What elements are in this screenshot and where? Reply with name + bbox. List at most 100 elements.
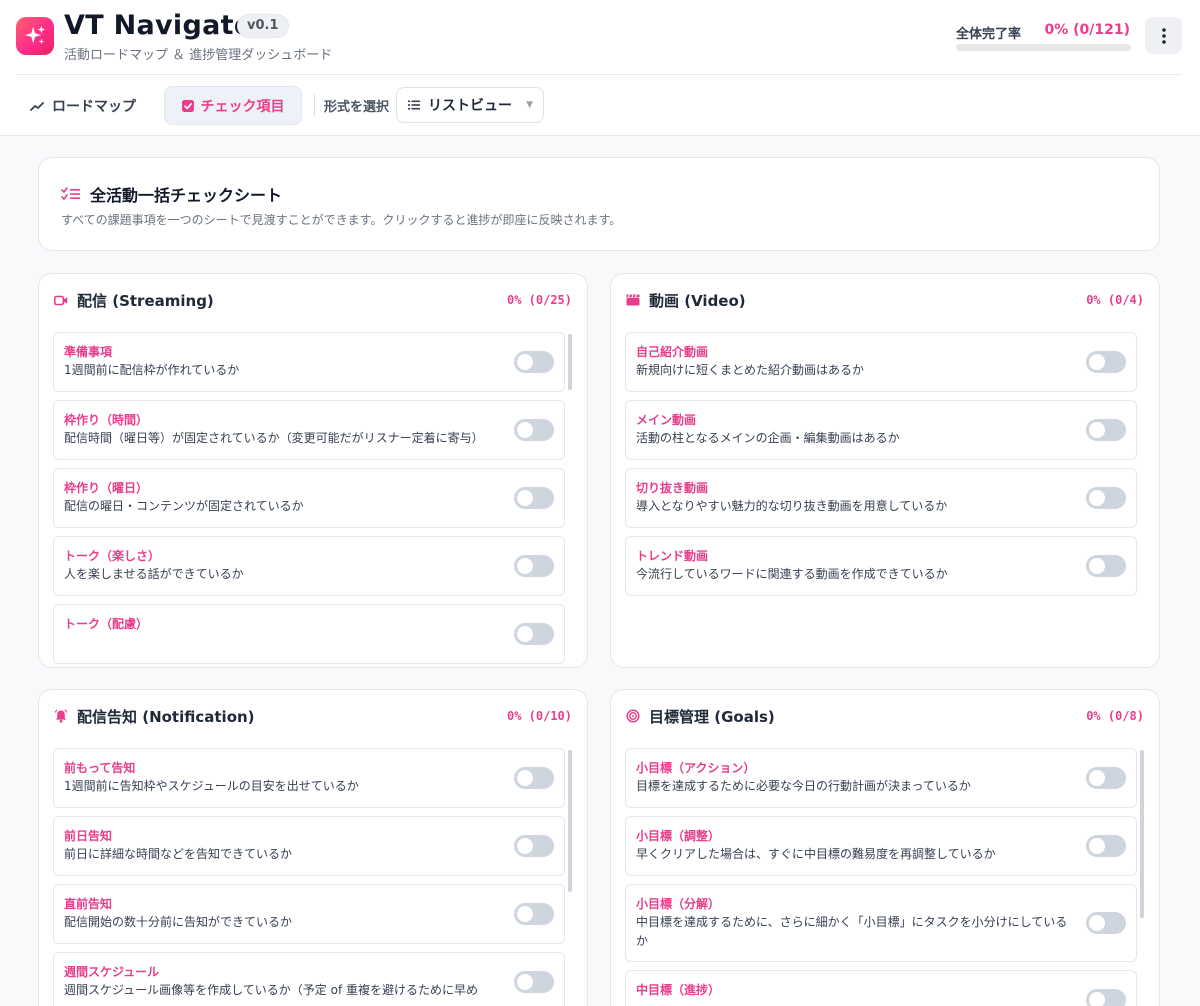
toggle-knob [517, 558, 533, 574]
header-divider [16, 74, 1182, 75]
checklist-item[interactable]: トーク（楽しさ） 人を楽しませる話ができているか [53, 536, 565, 596]
checklist-item[interactable]: トレンド動画 今流行しているワードに関連する動画を作成できているか [625, 536, 1137, 596]
toggle-switch[interactable] [514, 835, 554, 857]
toggle-knob [517, 354, 533, 370]
checklist-item[interactable]: 小目標（調整） 早くクリアした場合は、すぐに中目標の難易度を再調整しているか [625, 816, 1137, 876]
category-card-goals: 目標管理 (Goals) 0% (0/8) 小目標（アクション） 目標を達成する… [610, 689, 1160, 1006]
category-header: 配信告知 (Notification) 0% (0/10) [54, 706, 572, 726]
toggle-switch[interactable] [1086, 912, 1126, 934]
toggle-switch[interactable] [514, 487, 554, 509]
toggle-switch[interactable] [514, 903, 554, 925]
clapperboard-icon [626, 294, 640, 306]
item-description: 早くクリアした場合は、すぐに中目標の難易度を再調整しているか [636, 847, 996, 861]
toggle-knob [1089, 838, 1105, 854]
checklist-item[interactable]: 小目標（アクション） 目標を達成するために必要な今日の行動計画が決まっているか [625, 748, 1137, 808]
item-title: 週間スケジュール [64, 965, 160, 979]
category-progress: 0% (0/4) [1086, 293, 1144, 307]
tab-check-items[interactable]: チェック項目 [164, 86, 302, 125]
more-menu-button[interactable] [1145, 17, 1182, 54]
item-description: 目標を達成するために必要な今日の行動計画が決まっているか [636, 779, 971, 793]
category-header: 動画 (Video) 0% (0/4) [626, 290, 1144, 310]
checklist: 自己紹介動画 新規向けに短くまとめた紹介動画はあるか メイン動画 活動の柱となる… [625, 332, 1137, 604]
progress-value: 0% (0/121) [1044, 22, 1130, 38]
format-select[interactable]: リストビュー ▼ [396, 87, 544, 123]
item-title: 小目標（調整） [636, 829, 721, 843]
tab-roadmap-label: ロードマップ [52, 99, 136, 115]
item-title: 直前告知 [64, 897, 113, 911]
checklist-item[interactable]: 枠作り（曜日） 配信の曜日・コンテンツが固定されているか [53, 468, 565, 528]
intro-card: 全活動一括チェックシート すべての課題事項を一つのシートで見渡すことができます。… [38, 157, 1160, 251]
trend-line-icon [30, 102, 44, 111]
checklist-item[interactable]: トーク（配慮） [53, 604, 565, 664]
item-description: 配信時間（曜日等）が固定されているか（変更可能だがリスナー定着に寄与） [64, 431, 484, 445]
toggle-switch[interactable] [514, 419, 554, 441]
toggle-switch[interactable] [514, 351, 554, 373]
toggle-knob [1089, 490, 1105, 506]
intro-heading: 全活動一括チェックシート [61, 182, 282, 206]
format-label: 形式を選択 [324, 100, 390, 115]
toggle-switch[interactable] [1086, 555, 1126, 577]
scrollbar-thumb[interactable] [568, 750, 572, 892]
toggle-knob [517, 838, 533, 854]
item-description: 今流行しているワードに関連する動画を作成できているか [636, 567, 948, 581]
checklist-item[interactable]: 切り抜き動画 導入となりやすい魅力的な切り抜き動画を用意しているか [625, 468, 1137, 528]
item-description: 配信開始の数十分前に告知ができているか [64, 915, 293, 929]
checklist-item[interactable]: 小目標（分解） 中目標を達成するために、さらに細かく「小目標」にタスクを小分けに… [625, 884, 1137, 962]
tab-roadmap[interactable]: ロードマップ [30, 88, 136, 124]
category-header: 配信 (Streaming) 0% (0/25) [54, 290, 572, 310]
category-title-text: 配信 (Streaming) [77, 291, 214, 310]
checklist-item[interactable]: 中目標（進捗） [625, 970, 1137, 1006]
intro-description: すべての課題事項を一つのシートで見渡すことができます。クリックすると進捗が即座に… [61, 213, 622, 227]
checklist-item[interactable]: 準備事項 1週間前に配信枠が作れているか [53, 332, 565, 392]
tab-check-items-label: チェック項目 [200, 98, 285, 115]
checklist-item[interactable]: 直前告知 配信開始の数十分前に告知ができているか [53, 884, 565, 944]
checklist: 準備事項 1週間前に配信枠が作れているか 枠作り（時間） 配信時間（曜日等）が固… [53, 332, 565, 667]
toggle-switch[interactable] [1086, 419, 1126, 441]
toggle-knob [517, 626, 533, 642]
app-subtitle: 活動ロードマップ ＆ 進捗管理ダッシュボード [64, 48, 333, 63]
item-description: 週間スケジュール画像等を作成しているか（予定 of 重複を避けるために早め [64, 983, 478, 997]
item-description: 新規向けに短くまとめた紹介動画はあるか [636, 363, 865, 377]
toggle-switch[interactable] [1086, 351, 1126, 373]
category-card-streaming: 配信 (Streaming) 0% (0/25) 準備事項 1週間前に配信枠が作… [38, 273, 588, 668]
toggle-switch[interactable] [1086, 989, 1126, 1006]
item-description: 配信の曜日・コンテンツが固定されているか [64, 499, 304, 513]
toggle-switch[interactable] [1086, 767, 1126, 789]
item-description: 中目標を達成するために、さらに細かく「小目標」にタスクを小分けにしているか [636, 915, 1068, 948]
toggle-switch[interactable] [1086, 835, 1126, 857]
scrollbar-thumb[interactable] [1140, 750, 1144, 918]
checklist-item[interactable]: 枠作り（時間） 配信時間（曜日等）が固定されているか（変更可能だがリスナー定着に… [53, 400, 565, 460]
scrollbar-thumb[interactable] [568, 334, 572, 390]
checklist-item[interactable]: メイン動画 活動の柱となるメインの企画・編集動画はあるか [625, 400, 1137, 460]
checklist-item[interactable]: 週間スケジュール 週間スケジュール画像等を作成しているか（予定 of 重複を避け… [53, 952, 565, 1006]
sparkle-icon [24, 25, 46, 45]
toggle-knob [517, 770, 533, 786]
toggle-knob [1089, 354, 1105, 370]
app-title: VT Navigator [64, 10, 267, 41]
checklist-item[interactable]: 前もって告知 1週間前に告知枠やスケジュールの目安を出せているか [53, 748, 565, 808]
checklist-item[interactable]: 前日告知 前日に詳細な時間などを告知できているか [53, 816, 565, 876]
toggle-switch[interactable] [1086, 487, 1126, 509]
toggle-knob [1089, 422, 1105, 438]
category-card-video: 動画 (Video) 0% (0/4) 自己紹介動画 新規向けに短くまとめた紹介… [610, 273, 1160, 668]
toggle-switch[interactable] [514, 623, 554, 645]
toggle-knob [517, 490, 533, 506]
item-title: 枠作り（時間） [64, 413, 149, 427]
checklist-item[interactable]: 自己紹介動画 新規向けに短くまとめた紹介動画はあるか [625, 332, 1137, 392]
nav-separator [314, 94, 315, 116]
more-vertical-icon [1161, 27, 1166, 44]
toggle-switch[interactable] [514, 555, 554, 577]
toggle-switch[interactable] [514, 971, 554, 993]
checklist: 前もって告知 1週間前に告知枠やスケジュールの目安を出せているか 前日告知 前日… [53, 748, 565, 1006]
item-title: 自己紹介動画 [636, 345, 709, 359]
item-title: 中目標（進捗） [636, 983, 721, 997]
item-title: 切り抜き動画 [636, 481, 709, 495]
item-description: 人を楽しませる話ができているか [64, 567, 244, 581]
progress-bar [956, 44, 1131, 51]
checklist: 小目標（アクション） 目標を達成するために必要な今日の行動計画が決まっているか … [625, 748, 1137, 1006]
item-title: 枠作り（曜日） [64, 481, 149, 495]
toggle-switch[interactable] [514, 767, 554, 789]
app-logo [16, 17, 54, 55]
category-progress: 0% (0/8) [1086, 709, 1144, 723]
intro-title: 全活動一括チェックシート [90, 186, 283, 205]
